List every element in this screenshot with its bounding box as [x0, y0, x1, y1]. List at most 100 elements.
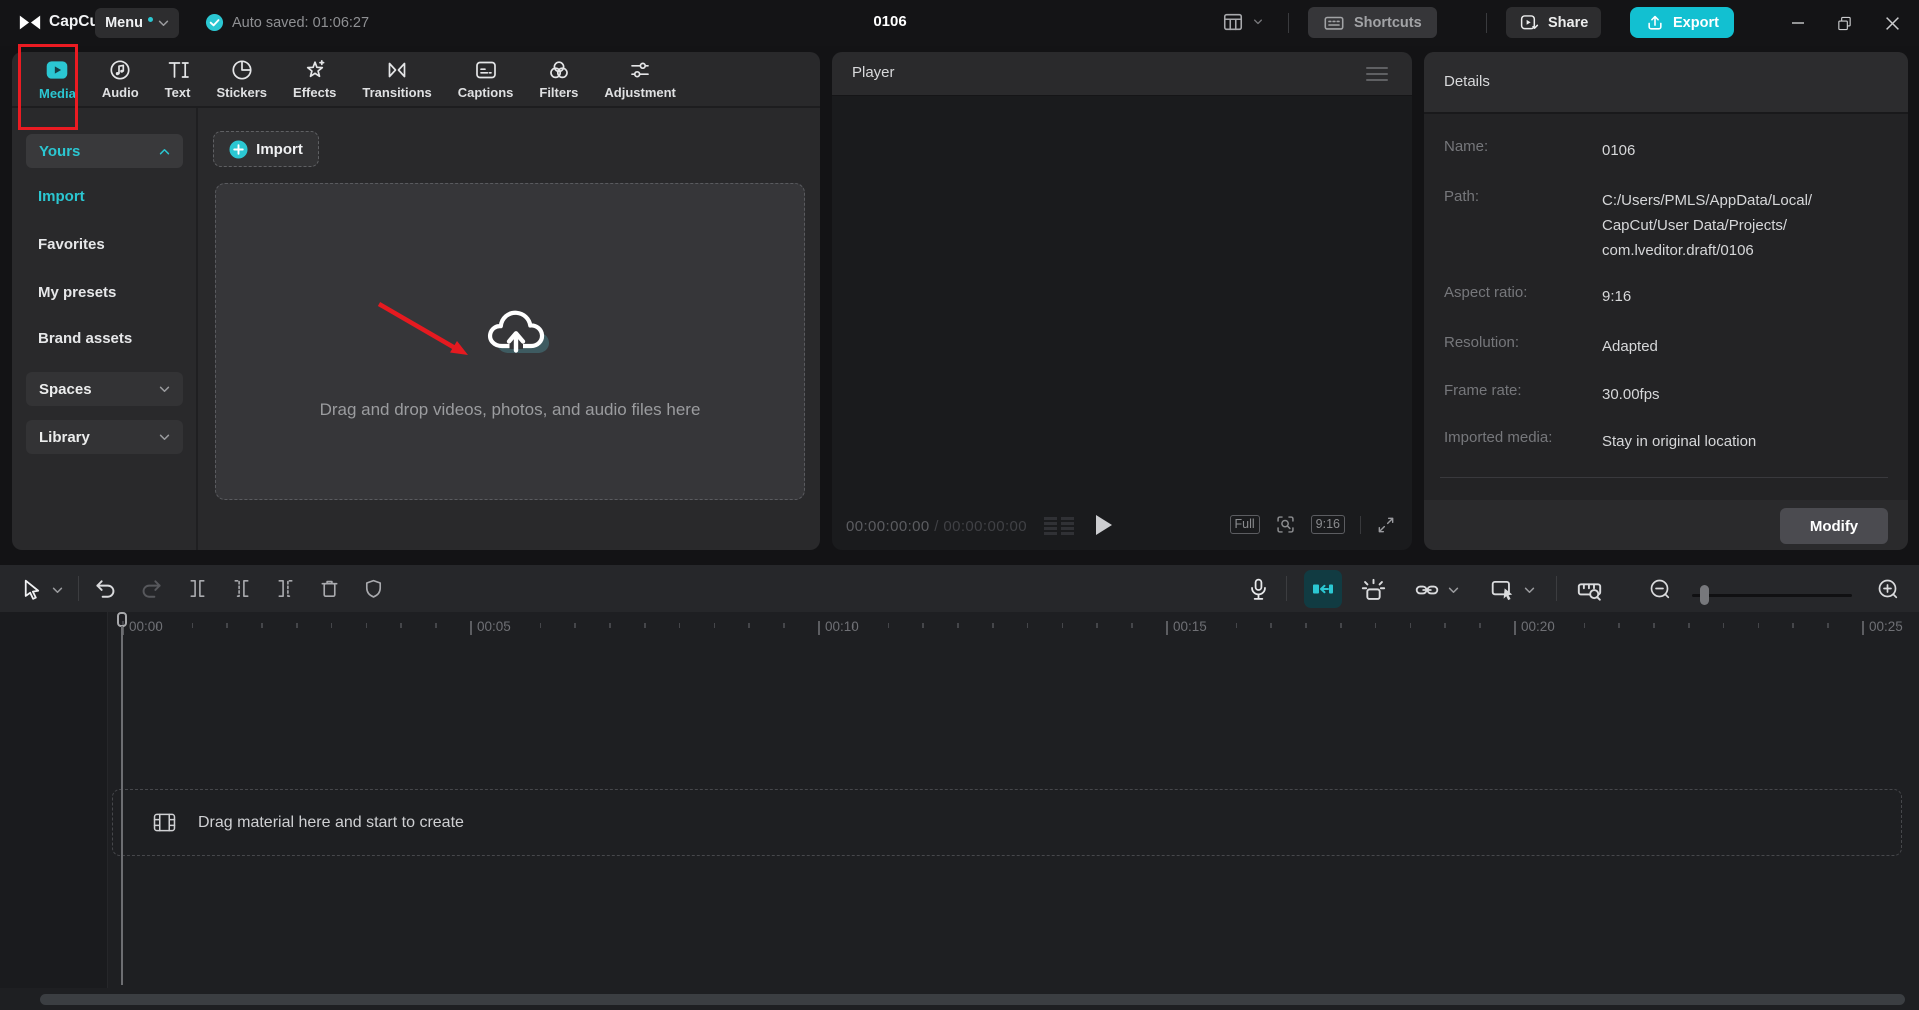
quality-selector[interactable]: Full [1229, 515, 1260, 534]
export-button[interactable]: Export [1630, 7, 1734, 38]
chevron-down-icon [52, 587, 63, 593]
sidebar-item-library[interactable]: Library [26, 420, 183, 454]
tab-stickers[interactable]: Stickers [203, 58, 280, 100]
horizontal-scrollbar[interactable] [40, 994, 1905, 1005]
shortcuts-label: Shortcuts [1354, 14, 1422, 31]
export-label: Export [1673, 14, 1719, 31]
top-bar: CapCut Menu Auto saved: 01:06:27 0106 Sh… [0, 0, 1919, 46]
export-icon [1648, 15, 1662, 30]
sidebar-item-spaces[interactable]: Spaces [26, 372, 183, 406]
delete-left-button[interactable] [230, 577, 253, 600]
zoom-to-fit-button[interactable] [1576, 577, 1603, 604]
effects-icon [306, 59, 325, 78]
close-button[interactable] [1878, 9, 1906, 37]
ratio-selector[interactable]: 9:16 [1310, 515, 1345, 534]
playhead[interactable] [117, 612, 128, 985]
minimize-button[interactable] [1784, 9, 1812, 37]
tab-transitions[interactable]: Transitions [349, 58, 444, 100]
capcut-logo-icon [19, 15, 41, 29]
autosave-text: Auto saved: 01:06:27 [232, 14, 370, 31]
tab-adjustment[interactable]: Adjustment [591, 58, 689, 100]
zoom-in-icon [1878, 579, 1898, 599]
link-dropdown[interactable] [1448, 587, 1459, 594]
media-icon [47, 61, 68, 79]
zoom-out-button[interactable] [1648, 577, 1672, 601]
trash-icon [321, 580, 338, 597]
delete-button[interactable] [318, 577, 341, 600]
record-voiceover-button[interactable] [1246, 577, 1271, 602]
select-tool-button[interactable] [20, 577, 45, 602]
preview-select-toggle[interactable] [1490, 577, 1516, 603]
split-button[interactable] [186, 577, 209, 600]
play-button[interactable] [1096, 515, 1112, 535]
frame-grid-icon[interactable] [1044, 517, 1074, 535]
player-controls-divider [1360, 515, 1361, 534]
menu-button[interactable]: Menu [95, 8, 179, 38]
share-icon [1520, 15, 1539, 30]
empty-track-text: Drag material here and start to create [198, 813, 464, 831]
playhead-head[interactable] [117, 612, 127, 627]
undo-button[interactable] [94, 577, 117, 600]
tab-audio[interactable]: Audio [89, 58, 152, 100]
sidebar-item-import[interactable]: Import [38, 188, 85, 205]
minimize-icon [1792, 22, 1804, 24]
split-delete-right-icon [278, 580, 293, 597]
modify-button[interactable]: Modify [1780, 508, 1888, 544]
empty-track-dropzone[interactable]: Drag material here and start to create [112, 789, 1902, 856]
film-icon [153, 813, 176, 832]
tab-filters[interactable]: Filters [526, 58, 591, 100]
fullscreen-icon[interactable] [1376, 515, 1396, 535]
auto-snap-toggle[interactable] [1360, 577, 1387, 604]
playhead-line [121, 626, 123, 985]
link-icon [1415, 585, 1439, 595]
toolbar-divider [78, 576, 79, 601]
shortcuts-button[interactable]: Shortcuts [1308, 7, 1437, 38]
timeline-zoom-slider-track[interactable] [1692, 594, 1852, 597]
timeline-ruler[interactable]: 00:00 00:05 00:10 00:15 00:20 00:25 [108, 612, 1919, 646]
tab-media[interactable]: Media [26, 57, 89, 101]
cursor-rect-icon [1491, 580, 1513, 601]
microphone-icon [1251, 578, 1266, 600]
player-panel: Player 00:00:00:00 / 00:00:00:00 Full 9:… [832, 52, 1412, 550]
capcut-logo: CapCut [18, 13, 104, 31]
details-divider [1440, 477, 1888, 478]
zoom-in-button[interactable] [1876, 577, 1900, 601]
plus-icon [229, 139, 248, 159]
tab-text[interactable]: Text [152, 58, 204, 100]
media-sidebar: Yours Import Favorites My presets Brand … [12, 108, 196, 550]
delete-right-button[interactable] [274, 577, 297, 600]
tab-captions[interactable]: Captions [445, 58, 527, 100]
details-footer: Modify [1424, 500, 1908, 550]
select-tool-dropdown[interactable] [52, 587, 63, 594]
tab-effects[interactable]: Effects [280, 58, 349, 100]
dropzone-text: Drag and drop videos, photos, and audio … [319, 400, 701, 419]
sidebar-item-my-presets[interactable]: My presets [38, 284, 116, 301]
sidebar-item-favorites[interactable]: Favorites [38, 236, 105, 253]
preview-select-dropdown[interactable] [1524, 587, 1535, 594]
player-menu-icon[interactable] [1366, 67, 1388, 85]
menu-notification-dot [147, 16, 153, 22]
restore-button[interactable] [1830, 9, 1858, 37]
link-toggle[interactable] [1414, 577, 1440, 603]
sidebar-item-yours[interactable]: Yours [26, 134, 183, 168]
ruler-zoom-icon [1577, 583, 1602, 601]
topbar-divider [1288, 13, 1289, 33]
redo-icon [142, 580, 161, 598]
share-button[interactable]: Share [1506, 7, 1602, 38]
import-button[interactable]: Import [213, 131, 319, 167]
filters-icon [550, 61, 568, 79]
cloud-upload-icon [487, 310, 550, 353]
layout-icon [1223, 13, 1243, 31]
player-controls: 00:00:00:00 / 00:00:00:00 Full 9:16 [832, 504, 1412, 550]
layout-selector[interactable] [1222, 11, 1263, 33]
redo-button[interactable] [140, 577, 163, 600]
media-dropzone[interactable]: Drag and drop videos, photos, and audio … [215, 183, 805, 500]
adjustment-icon [631, 62, 649, 78]
captions-icon [475, 61, 496, 79]
sidebar-item-brand-assets[interactable]: Brand assets [38, 330, 132, 347]
mask-button[interactable] [362, 577, 385, 600]
frame-focus-icon[interactable] [1275, 514, 1296, 535]
main-track-magnet-toggle[interactable] [1304, 570, 1342, 608]
chevron-down-icon [1448, 587, 1459, 593]
timeline-zoom-slider-handle[interactable] [1700, 585, 1709, 605]
